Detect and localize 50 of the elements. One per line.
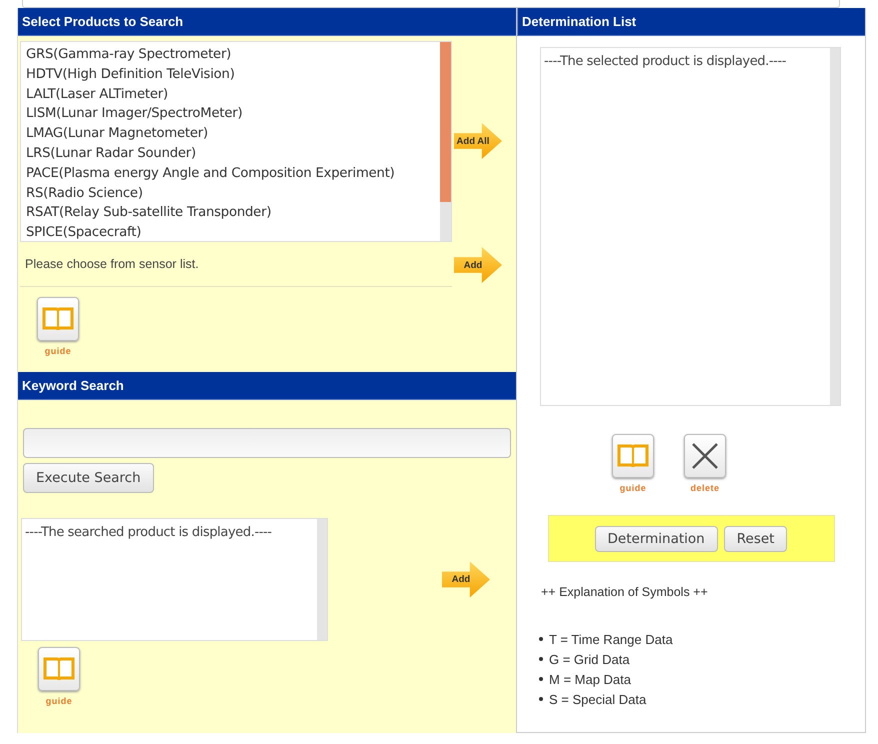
guide-button[interactable] xyxy=(37,297,79,341)
add-button[interactable]: Add xyxy=(454,247,502,283)
reset-button[interactable]: Reset xyxy=(724,526,788,552)
bullet-icon xyxy=(539,657,543,661)
close-icon xyxy=(691,442,719,470)
guide-label: guide xyxy=(46,696,72,706)
bullet-icon xyxy=(539,677,543,681)
scrollbar[interactable] xyxy=(440,42,451,241)
delete-button[interactable] xyxy=(684,434,726,478)
search-results-list[interactable]: ----The searched product is displayed.---- xyxy=(21,518,328,641)
product-option[interactable]: LALT(Laser ALTimeter) xyxy=(26,84,440,104)
determination-list[interactable]: ----The selected product is displayed.---- xyxy=(540,47,841,406)
add-button[interactable]: Add xyxy=(442,562,490,598)
product-option[interactable]: GRS(Gamma-ray Spectrometer) xyxy=(26,45,440,65)
product-option[interactable]: PACE(Plasma energy Angle and Composition Experiment) xyxy=(26,164,440,184)
legend-title: ++ Explanation of Symbols ++ xyxy=(541,585,708,599)
product-option[interactable]: RSAT(Relay Sub-satellite Transponder) xyxy=(26,203,440,224)
panel-header: Select Products to Search xyxy=(18,8,516,36)
guide-button[interactable] xyxy=(612,434,654,478)
determination-button[interactable]: Determination xyxy=(594,526,718,552)
legend-item: T = Time Range Data xyxy=(549,632,673,646)
placeholder-text: ----The selected product is displayed.---- xyxy=(544,54,786,69)
legend-item: S = Special Data xyxy=(549,692,646,706)
book-icon xyxy=(617,443,649,469)
product-option[interactable]: HDTV(High Definition TeleVision) xyxy=(26,64,440,85)
book-icon xyxy=(43,656,75,682)
execute-search-button[interactable]: Execute Search xyxy=(23,463,154,493)
book-icon xyxy=(42,306,74,332)
scrollbar[interactable] xyxy=(317,519,327,640)
product-list[interactable] xyxy=(20,41,452,242)
product-option[interactable]: SPICE(Spacecraft) xyxy=(26,223,440,243)
product-option[interactable]: RS(Radio Science) xyxy=(26,184,440,204)
bullet-icon xyxy=(539,637,543,641)
add-all-button[interactable]: Add All xyxy=(454,123,502,159)
delete-label: delete xyxy=(690,483,720,493)
scrollbar[interactable] xyxy=(830,48,840,405)
product-option[interactable]: LISM(Lunar Imager/SpectroMeter) xyxy=(26,104,440,124)
panel-header: Keyword Search xyxy=(18,372,516,400)
panel-header: Determination List xyxy=(517,8,865,36)
guide-label: guide xyxy=(620,483,646,493)
legend-item: M = Map Data xyxy=(549,672,632,686)
product-option[interactable]: LMAG(Lunar Magnetometer) xyxy=(26,124,440,144)
bullet-icon xyxy=(539,697,543,701)
guide-button[interactable] xyxy=(38,647,80,691)
hint-text: Please choose from sensor list. xyxy=(25,257,199,271)
keyword-field[interactable] xyxy=(23,428,511,458)
placeholder-text: ----The searched product is displayed.---- xyxy=(25,525,272,540)
product-option[interactable]: LRS(Lunar Radar Sounder) xyxy=(26,144,440,164)
legend-item: G = Grid Data xyxy=(549,652,630,666)
guide-label: guide xyxy=(44,346,72,356)
